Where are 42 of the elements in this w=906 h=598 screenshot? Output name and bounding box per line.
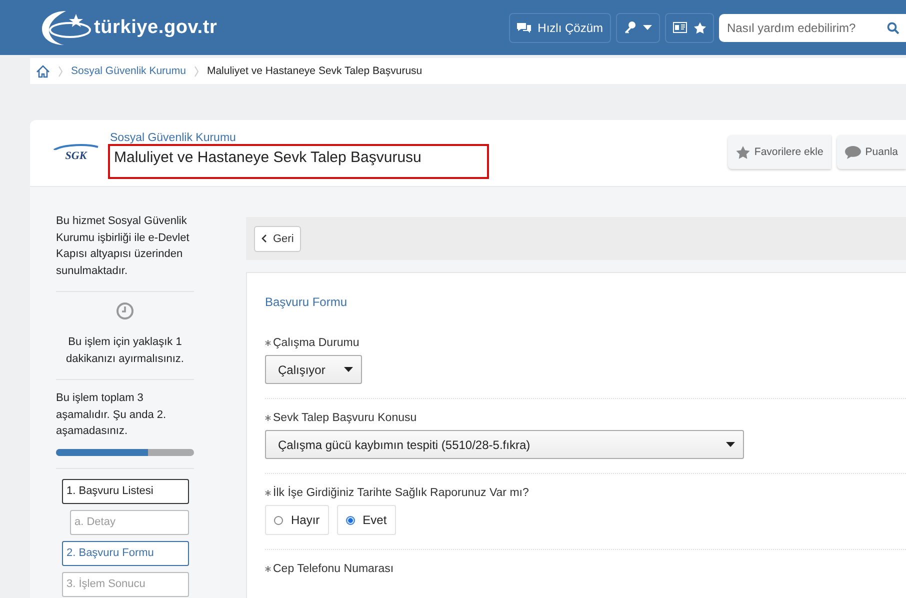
site-logo-text: türkiye.gov.tr	[94, 16, 218, 38]
step-link[interactable]: 1. Başvuru Listesi	[62, 478, 188, 504]
quick-solution-button[interactable]: Hızlı Çözüm	[508, 12, 611, 42]
field-label: Çalışma Durumu	[273, 337, 360, 349]
field-label: Cep Telefonu Numarası	[273, 563, 394, 575]
chevron-right-icon	[58, 66, 63, 76]
key-icon	[624, 21, 636, 34]
step-link[interactable]: 2. Başvuru Formu	[62, 540, 188, 566]
speech-bubble-icon	[845, 146, 862, 158]
field-label: Sevk Talep Başvuru Konusu	[273, 412, 417, 424]
service-info-text: Bu hizmet Sosyal Güvenlik Kurumu işbirliği ile e-Devlet Kapısı altyapısı üzerinden sunulmaktadır.	[56, 214, 190, 278]
caret-icon	[726, 442, 735, 447]
star-icon	[694, 22, 706, 34]
dropdown[interactable]: Çalışıyor	[265, 355, 362, 384]
back-button[interactable]: Geri	[254, 226, 301, 252]
account-favorites-button[interactable]	[665, 12, 714, 42]
radio-option[interactable]: Hayır	[265, 505, 329, 535]
clock-icon	[116, 302, 134, 320]
chevron-left-icon	[261, 234, 267, 243]
caret-icon	[344, 367, 353, 372]
rate-button[interactable]: Puanla	[837, 135, 906, 169]
login-menu-button[interactable]	[616, 12, 660, 42]
breadcrumb-link[interactable]: Sosyal Güvenlik Kurumu	[71, 65, 186, 77]
id-card-icon	[673, 22, 687, 33]
search-icon[interactable]	[887, 22, 899, 34]
field-label: İlk İşe Girdiğiniz Tarihte Sağlık Raporunuz Var mı?	[273, 487, 529, 499]
star-icon	[736, 146, 750, 158]
agency-logo: SGK	[50, 144, 102, 162]
search-field[interactable]: Nasıl yardım edebilirim?	[719, 14, 906, 42]
page-title: Maluliyet ve Hastaneye Sevk Talep Başvurusu	[108, 144, 489, 178]
form-title: Başvuru Formu	[265, 295, 348, 309]
breadcrumb-current: Maluliyet ve Hastaneye Sevk Talep Başvurusu	[206, 65, 422, 77]
add-favorite-button[interactable]: Favorilere ekle	[728, 135, 832, 169]
agency-name: Sosyal Güvenlik Kurumu	[110, 132, 237, 144]
duration-text: Bu işlem için yaklaşık 1 dakikanızı ayırmalısınız.	[65, 335, 185, 366]
dropdown[interactable]: Çalışma gücü kaybımın tespiti (5510/28-5.fıkra)	[265, 430, 744, 459]
chevron-right-icon	[194, 66, 199, 76]
progress-text: Bu işlem toplam 3 aşamalıdır. Şu anda 2. aşamadasınız.	[56, 391, 168, 439]
radio-option[interactable]: Evet	[336, 505, 396, 535]
caret-icon	[643, 25, 652, 30]
home-icon[interactable]	[36, 64, 50, 78]
chat-icon	[516, 22, 531, 34]
